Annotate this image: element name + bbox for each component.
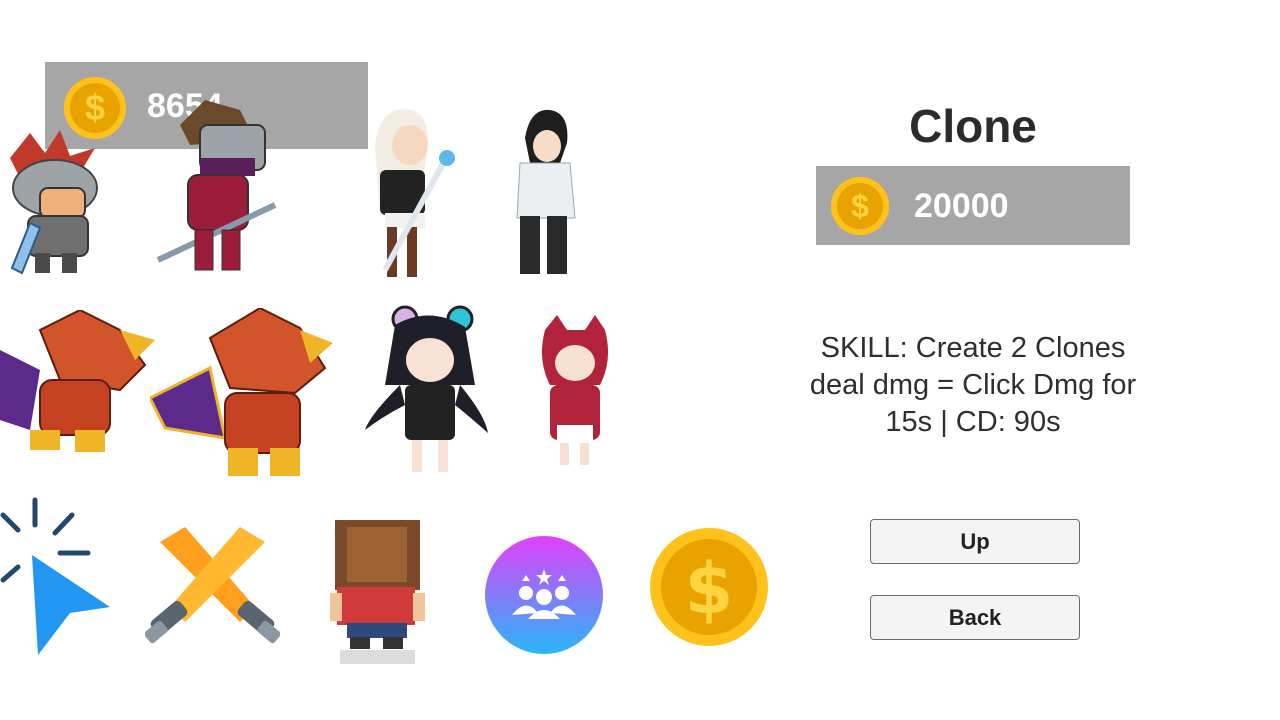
- click-cursor-icon[interactable]: [0, 495, 115, 660]
- pixel-boy-icon[interactable]: [325, 515, 425, 667]
- item-description: SKILL: Create 2 Clones deal dmg = Click …: [809, 332, 1137, 438]
- gold-coin-icon[interactable]: $: [649, 527, 769, 647]
- black-hair-girl-icon[interactable]: [505, 108, 585, 276]
- item-price-value: 20000: [914, 187, 1009, 225]
- orange-dragon-2-icon[interactable]: [150, 308, 335, 483]
- back-button[interactable]: Back: [870, 595, 1080, 640]
- item-price-panel: $ 20000: [816, 166, 1130, 245]
- ninja-swordsman-icon[interactable]: [150, 100, 280, 275]
- svg-text:$: $: [685, 548, 734, 630]
- dollar-coin-icon: $: [831, 177, 889, 235]
- upgrade-button[interactable]: Up: [870, 519, 1080, 564]
- cat-hood-girl-icon[interactable]: [535, 315, 615, 467]
- item-title: Clone: [909, 100, 1037, 152]
- orange-dragon-icon[interactable]: [0, 310, 160, 460]
- team-upgrade-icon[interactable]: [484, 535, 604, 655]
- red-knight-icon[interactable]: [0, 128, 110, 278]
- crossed-swords-icon[interactable]: [145, 527, 280, 647]
- bear-ear-girl-icon[interactable]: [360, 305, 490, 477]
- staff-girl-icon[interactable]: [365, 105, 465, 280]
